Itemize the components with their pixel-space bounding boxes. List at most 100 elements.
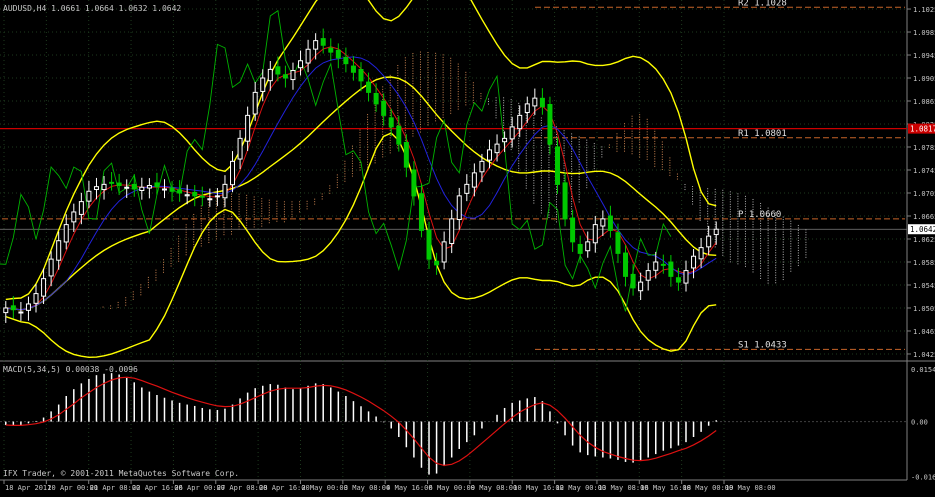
cloud-dot: [767, 265, 769, 267]
cloud-dot: [382, 116, 384, 118]
cloud-dot: [268, 209, 270, 211]
cloud-dot: [593, 165, 595, 167]
cloud-dot: [533, 180, 535, 182]
cloud-dot: [661, 158, 663, 160]
cloud-dot: [268, 204, 270, 206]
cloud-dot: [797, 224, 799, 226]
cloud-dot: [261, 210, 263, 212]
cloud-dot: [571, 185, 573, 187]
cloud-dot: [707, 190, 709, 192]
cloud-dot: [155, 279, 157, 281]
macd-tick-label: 0.00: [911, 419, 928, 427]
candle-body: [267, 68, 273, 82]
cloud-dot: [631, 145, 633, 147]
cloud-dot: [419, 64, 421, 66]
cloud-dot: [419, 69, 421, 71]
cloud-dot: [540, 162, 542, 164]
cloud-dot: [427, 66, 429, 68]
cloud-dot: [805, 246, 807, 248]
cloud-dot: [707, 210, 709, 212]
chart-canvas[interactable]: R2 1.1028R1 1.0801P 1.0660S1 1.0433 1.10…: [0, 0, 935, 493]
cloud-dot: [510, 144, 512, 146]
cloud-dot: [775, 234, 777, 236]
cloud-dot: [692, 193, 694, 195]
cloud-dot: [215, 200, 217, 202]
cloud-dot: [321, 193, 323, 195]
cloud-dot: [261, 218, 263, 220]
cloud-dot: [707, 213, 709, 215]
cloud-dot: [404, 129, 406, 131]
cloud-dot: [231, 231, 233, 233]
cloud-dot: [510, 111, 512, 113]
cloud-dot: [646, 156, 648, 158]
cloud-dot: [775, 242, 777, 244]
cloud-dot: [404, 89, 406, 91]
cloud-dot: [578, 188, 580, 190]
cloud-dot: [518, 112, 520, 114]
cloud-dot: [412, 63, 414, 65]
cloud-dot: [533, 187, 535, 189]
cloud-dot: [782, 256, 784, 258]
candle-body: [86, 190, 92, 202]
cloud-dot: [404, 122, 406, 124]
cloud-dot: [336, 179, 338, 181]
cloud-dot: [427, 76, 429, 78]
candle-body: [335, 49, 341, 59]
cloud-dot: [548, 179, 550, 181]
cloud-dot: [351, 168, 353, 170]
cloud-dot: [661, 146, 663, 148]
cloud-dot: [586, 157, 588, 159]
cloud-dot: [435, 55, 437, 57]
price-tick-label: 1.0545: [913, 282, 935, 290]
cloud-dot: [450, 102, 452, 104]
cloud-dot: [782, 216, 784, 218]
cloud-dot: [744, 240, 746, 242]
candle-body: [366, 81, 372, 93]
cloud-dot: [374, 104, 376, 106]
cloud-dot: [427, 51, 429, 53]
cloud-dot: [374, 122, 376, 124]
cloud-dot: [427, 119, 429, 121]
cloud-dot: [782, 279, 784, 281]
cloud-dot: [299, 208, 301, 210]
cloud-dot: [162, 269, 164, 271]
cloud-dot: [389, 79, 391, 81]
cloud-dot: [767, 232, 769, 234]
cloud-dot: [193, 221, 195, 223]
cloud-dot: [752, 203, 754, 205]
cloud-dot: [631, 140, 633, 142]
cloud-dot: [631, 133, 633, 135]
cloud-dot: [435, 100, 437, 102]
cloud-dot: [782, 231, 784, 233]
candle-body: [71, 211, 77, 223]
cloud-dot: [540, 117, 542, 119]
cloud-dot: [412, 123, 414, 125]
cloud-dot: [503, 114, 505, 116]
cloud-dot: [253, 203, 255, 205]
cloud-dot: [563, 140, 565, 142]
price-chart[interactable]: R2 1.1028 R1 1.0801 P 1.0660 S1 1.0433 1.10…: [0, 0, 935, 493]
cloud-dot: [556, 221, 558, 223]
cloud-dot: [208, 201, 210, 203]
cloud-dot: [797, 234, 799, 236]
cloud-dot: [540, 144, 542, 146]
cloud-dot: [578, 143, 580, 145]
cloud-dot: [744, 230, 746, 232]
cloud-dot: [548, 161, 550, 163]
cloud-dot: [412, 108, 414, 110]
cloud-dot: [351, 160, 353, 162]
cloud-dot: [261, 215, 263, 217]
cloud-dot: [457, 108, 459, 110]
cloud-dot: [283, 211, 285, 213]
cloud-dot: [374, 142, 376, 144]
cloud-dot: [200, 210, 202, 212]
cloud-dot: [563, 142, 565, 144]
cloud-dot: [540, 209, 542, 211]
cloud-dot: [412, 125, 414, 127]
cloud-dot: [571, 153, 573, 155]
cloud-dot: [178, 238, 180, 240]
cloud-dot: [601, 156, 603, 158]
cloud-dot: [525, 182, 527, 184]
cloud-dot: [639, 151, 641, 153]
cloud-dot: [374, 162, 376, 164]
